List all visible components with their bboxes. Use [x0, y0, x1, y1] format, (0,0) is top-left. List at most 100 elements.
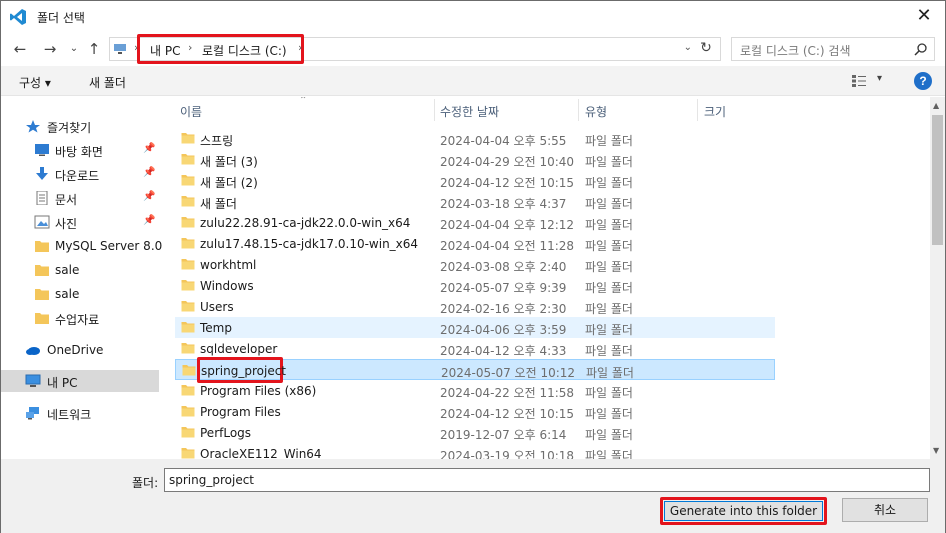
file-row[interactable]: zulu22.28.91-ca-jdk22.0.0-win_x64 2024-04… [175, 212, 775, 233]
pin-icon[interactable]: 📌 [143, 215, 155, 226]
column-divider[interactable] [578, 99, 579, 121]
forward-button[interactable]: → [41, 40, 59, 58]
column-header-name[interactable]: 이름 [180, 103, 202, 120]
sidebar-item-downloads[interactable]: 다운로드 📌 [1, 163, 159, 185]
pc-icon [114, 44, 126, 54]
file-type: 파일 폴더 [585, 428, 633, 442]
file-row[interactable]: workhtml 2024-03-08 오후 2:40 파일 폴더 [175, 254, 775, 275]
sidebar-item-sale[interactable]: sale [1, 259, 159, 281]
file-row[interactable]: 새 폴더 (2) 2024-04-12 오전 10:15 파일 폴더 [175, 170, 775, 191]
breadcrumb-separator[interactable]: › [298, 41, 302, 54]
file-name: Temp [200, 321, 232, 335]
sidebar-item-desktop[interactable]: 바탕 화면 📌 [1, 139, 159, 161]
dialog-footer: 폴더: spring_project Generate into this fo… [1, 459, 945, 533]
folder-icon [181, 196, 195, 207]
up-button[interactable]: ↑ [85, 40, 103, 58]
column-header-size[interactable]: 크기 [704, 103, 726, 120]
file-row[interactable]: Program Files (x86) 2024-04-22 오전 11:58 파일… [175, 380, 775, 401]
vertical-scrollbar[interactable]: ▲ ▼ [930, 97, 945, 459]
file-name: Program Files (x86) [200, 384, 317, 398]
address-bar[interactable]: › 내 PC › 로컬 디스크 (C:) › ⌄ ↻ [109, 34, 721, 64]
file-date: 2024-05-07 오전 10:12 [441, 366, 576, 380]
breadcrumb-my-pc[interactable]: 내 PC [150, 42, 180, 59]
file-date: 2024-04-06 오후 3:59 [440, 323, 567, 337]
sidebar-item-my-pc[interactable]: 내 PC [1, 370, 159, 392]
file-row[interactable]: OracleXE112_Win64 2024-03-19 오전 10:18 파일 폴… [175, 443, 775, 459]
file-row[interactable]: 새 폴더 2024-03-18 오후 4:37 파일 폴더 [175, 191, 775, 212]
folder-icon [181, 385, 195, 396]
help-button[interactable]: ? [914, 72, 932, 90]
column-divider[interactable] [434, 99, 435, 121]
file-date: 2024-04-22 오전 11:58 [440, 386, 575, 400]
search-icon[interactable] [914, 42, 928, 56]
file-row[interactable]: Users 2024-02-16 오후 2:30 파일 폴더 [175, 296, 775, 317]
search-box[interactable]: 로컬 디스크 (C:) 검색 [731, 37, 935, 61]
file-row[interactable]: 스프링 2024-04-04 오후 5:55 파일 폴더 [175, 128, 775, 149]
scroll-down-icon[interactable]: ▼ [933, 446, 939, 455]
cancel-button[interactable]: 취소 [842, 498, 928, 522]
sidebar-item-sale-2[interactable]: sale [1, 283, 159, 305]
file-row[interactable]: zulu17.48.15-ca-jdk17.0.10-win_x64 2024-0… [175, 233, 775, 254]
file-date: 2019-12-07 오후 6:14 [440, 428, 567, 442]
folder-icon [181, 427, 195, 438]
sidebar-item-class-materials[interactable]: 수업자료 [1, 307, 159, 329]
sidebar-item-label: 즐겨찾기 [47, 121, 92, 135]
column-header-row: ⌃ 이름 수정한 날짜 유형 크기 [161, 97, 931, 123]
sidebar-item-favorites[interactable]: 즐겨찾기 [1, 115, 159, 137]
sidebar-item-onedrive[interactable]: OneDrive [1, 339, 159, 361]
folder-icon [181, 154, 195, 165]
sidebar-item-documents[interactable]: 문서 📌 [1, 187, 159, 209]
column-divider[interactable] [697, 99, 698, 121]
folder-field-label: 폴더: [132, 476, 159, 490]
file-date: 2024-03-18 오후 4:37 [440, 197, 567, 211]
file-row[interactable]: Windows 2024-05-07 오후 9:39 파일 폴더 [175, 275, 775, 296]
file-row[interactable]: spring_project 2024-05-07 오전 10:12 파일 폴더 [175, 357, 775, 383]
back-button[interactable]: ← [11, 40, 29, 58]
sidebar-item-label: 문서 [55, 193, 78, 207]
file-row[interactable]: Program Files 2024-04-12 오전 10:15 파일 폴더 [175, 401, 775, 422]
file-date: 2024-04-04 오후 5:55 [440, 134, 567, 148]
file-type: 파일 폴더 [585, 449, 633, 459]
sidebar-item-label: sale [55, 263, 80, 277]
file-row[interactable]: sqldeveloper 2024-04-12 오후 4:33 파일 폴더 [175, 338, 775, 359]
file-name: zulu22.28.91-ca-jdk22.0.0-win_x64 [200, 216, 411, 230]
pin-icon[interactable]: 📌 [143, 167, 155, 178]
file-name: Windows [200, 279, 254, 293]
column-header-type[interactable]: 유형 [585, 103, 607, 120]
sidebar-item-pictures[interactable]: 사진 📌 [1, 211, 159, 233]
folder-name-input[interactable]: spring_project [164, 468, 930, 492]
scrollbar-thumb[interactable] [932, 115, 943, 245]
file-row[interactable]: Temp 2024-04-06 오후 3:59 파일 폴더 [175, 317, 775, 338]
command-bar: 구성 ▾ 새 폴더 ▾ ? [1, 66, 945, 96]
scroll-up-icon[interactable]: ▲ [933, 101, 939, 110]
file-type: 파일 폴더 [585, 176, 633, 190]
breadcrumb-local-disk[interactable]: 로컬 디스크 (C:) [202, 42, 287, 59]
organize-button[interactable]: 구성 ▾ [19, 74, 51, 91]
new-folder-button[interactable]: 새 폴더 [89, 74, 126, 91]
file-row[interactable]: PerfLogs 2019-12-07 오후 6:14 파일 폴더 [175, 422, 775, 443]
sidebar-item-label: 네트워크 [47, 408, 92, 422]
sidebar-item-label: 수업자료 [55, 313, 100, 327]
sidebar-item-label: 내 PC [47, 376, 78, 390]
sidebar-item-network[interactable]: 네트워크 [1, 402, 159, 424]
pin-icon[interactable]: 📌 [143, 143, 155, 154]
folder-name-value: spring_project [169, 473, 255, 487]
file-row[interactable]: 새 폴더 (3) 2024-04-29 오전 10:40 파일 폴더 [175, 149, 775, 170]
file-type: 파일 폴더 [585, 344, 633, 358]
refresh-icon[interactable]: ↻ [697, 40, 715, 58]
view-options-button[interactable]: ▾ [851, 73, 885, 89]
sidebar-item-mysql[interactable]: MySQL Server 8.0 [1, 235, 163, 257]
column-header-date[interactable]: 수정한 날짜 [440, 103, 499, 120]
recent-locations-button[interactable]: ⌄ [65, 40, 83, 58]
sidebar-item-label: MySQL Server 8.0 [55, 239, 163, 253]
file-list: ⌃ 이름 수정한 날짜 유형 크기 스프링 2024-04-04 오후 5:55 파… [161, 97, 931, 459]
sort-indicator-icon: ⌃ [299, 97, 308, 106]
file-type: 파일 폴더 [585, 197, 633, 211]
file-name: sqldeveloper [200, 342, 278, 356]
breadcrumb-separator[interactable]: › [188, 41, 192, 54]
sidebar-item-label: 사진 [55, 217, 78, 231]
pin-icon[interactable]: 📌 [143, 191, 155, 202]
close-button[interactable]: ✕ [913, 5, 935, 27]
generate-into-folder-button[interactable]: Generate into this folder [664, 501, 823, 521]
address-dropdown-icon[interactable]: ⌄ [684, 42, 692, 53]
